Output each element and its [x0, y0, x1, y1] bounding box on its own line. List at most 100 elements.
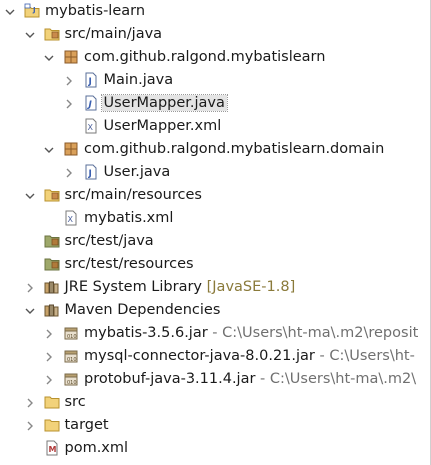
java-file-icon: J: [83, 72, 99, 88]
jar-icon: 010: [63, 348, 79, 364]
collapsed-chevron-icon[interactable]: [24, 414, 36, 437]
package-icon: [63, 49, 79, 65]
collapsed-chevron-icon[interactable]: [24, 391, 36, 414]
tree-item-label: protobuf-java-3.11.4.jar - C:\Users\ht-m…: [84, 370, 416, 389]
node-src-main-resources[interactable]: src/main/resources: [0, 184, 431, 207]
item-name: mybatis.xml: [84, 210, 174, 226]
node-pkg-domain[interactable]: com.github.ralgond.mybatislearn.domain: [0, 138, 431, 161]
java-interface-file-icon: J: [83, 95, 99, 111]
node-usermapper-xml[interactable]: X UserMapper.xml: [0, 115, 431, 138]
svg-text:X: X: [87, 123, 93, 132]
expanded-chevron-icon[interactable]: [4, 0, 16, 23]
collapsed-chevron-icon[interactable]: [63, 92, 75, 115]
tree-item-label: src/test/java: [65, 232, 154, 251]
node-target[interactable]: target: [0, 414, 431, 437]
item-name: protobuf-java-3.11.4.jar: [84, 371, 256, 387]
node-pkg-mybatislearn[interactable]: com.github.ralgond.mybatislearn: [0, 46, 431, 69]
tree-item-label: mysql-connector-java-8.0.21.jar - C:\Use…: [84, 347, 415, 366]
tree-item-label: mybatis-3.5.6.jar - C:\Users\ht-ma\.m2\r…: [84, 324, 418, 343]
item-path: - C:\Users\ht-ma\.m2\: [255, 371, 417, 387]
folder-icon: [44, 417, 60, 433]
item-name: com.github.ralgond.mybatislearn.domain: [84, 141, 385, 157]
item-name: src: [64, 394, 86, 410]
expanded-chevron-icon[interactable]: [24, 299, 36, 322]
item-name: com.github.ralgond.mybatislearn: [84, 49, 326, 65]
node-usermapper-java[interactable]: J UserMapper.java: [0, 92, 431, 115]
expanded-chevron-icon[interactable]: [24, 23, 36, 46]
collapsed-chevron-icon[interactable]: [43, 368, 55, 391]
expanded-chevron-icon[interactable]: [43, 46, 55, 69]
node-pom-xml[interactable]: Mpom.xml: [0, 437, 431, 460]
node-src-test-java[interactable]: src/test/java: [0, 230, 431, 253]
item-decoration: [JavaSE-1.8]: [202, 279, 296, 295]
node-project[interactable]: J mybatis-learn: [0, 0, 431, 23]
svg-text:M: M: [48, 445, 56, 454]
item-name: Maven Dependencies: [64, 302, 221, 318]
svg-text:010: 010: [67, 380, 77, 386]
tree-item-label: pom.xml: [65, 439, 129, 458]
node-jar-mysql[interactable]: 010 mysql-connector-java-8.0.21.jar - C:\…: [0, 345, 431, 368]
source-folder-empty-icon: [44, 233, 60, 249]
collapsed-chevron-icon[interactable]: [24, 276, 36, 299]
tree-item-label: com.github.ralgond.mybatislearn.domain: [84, 140, 384, 159]
node-src-main-java[interactable]: src/main/java: [0, 23, 431, 46]
item-name: src/test/java: [64, 233, 154, 249]
tree-item-label: UserMapper.java: [100, 94, 228, 113]
item-name: UserMapper.xml: [103, 118, 222, 134]
node-jre-library[interactable]: JRE System Library [JavaSE-1.8]: [0, 276, 431, 299]
node-main-java[interactable]: J Main.java: [0, 69, 431, 92]
tree-item-label: src: [65, 393, 86, 412]
tree-item-label: target: [65, 416, 109, 435]
node-jar-protobuf[interactable]: 010 protobuf-java-3.11.4.jar - C:\Users\h…: [0, 368, 431, 391]
xml-file-icon: X: [63, 210, 79, 226]
tree-item-label: UserMapper.xml: [104, 117, 222, 136]
tree-item-label: src/main/java: [65, 25, 163, 44]
library-icon: [44, 279, 60, 295]
jar-icon: 010: [63, 325, 79, 341]
collapsed-chevron-icon[interactable]: [63, 161, 75, 184]
collapsed-chevron-icon[interactable]: [63, 69, 75, 92]
item-name: Main.java: [103, 72, 174, 88]
tree-item-label: src/test/resources: [65, 255, 194, 274]
tree-item-label: Main.java: [104, 71, 174, 90]
node-maven-deps[interactable]: Maven Dependencies: [0, 299, 431, 322]
source-folder-icon: [44, 26, 60, 42]
svg-text:J: J: [87, 169, 91, 179]
item-name: JRE System Library: [64, 279, 203, 295]
package-icon: [63, 141, 79, 157]
item-name: pom.xml: [64, 440, 129, 456]
svg-text:010: 010: [67, 334, 77, 340]
expanded-chevron-icon[interactable]: [24, 184, 36, 207]
tree-item-label: mybatis.xml: [84, 209, 173, 228]
node-src-test-resources[interactable]: src/test/resources: [0, 253, 431, 276]
item-name: UserMapper.java: [100, 94, 228, 112]
collapsed-chevron-icon[interactable]: [43, 322, 55, 345]
node-mybatis-xml[interactable]: Xmybatis.xml: [0, 207, 431, 230]
tree-item-label: com.github.ralgond.mybatislearn: [84, 48, 325, 67]
source-folder-empty-icon: [44, 256, 60, 272]
node-user-java[interactable]: J User.java: [0, 161, 431, 184]
item-name: src/main/java: [64, 26, 163, 42]
tree-item-label: JRE System Library [JavaSE-1.8]: [65, 278, 296, 297]
expanded-chevron-icon[interactable]: [43, 138, 55, 161]
node-src[interactable]: src: [0, 391, 431, 414]
tree-item-label: src/main/resources: [65, 186, 202, 205]
item-name: src/test/resources: [64, 256, 194, 272]
collapsed-chevron-icon[interactable]: [43, 345, 55, 368]
item-name: User.java: [103, 164, 171, 180]
jar-icon: 010: [63, 371, 79, 387]
svg-text:J: J: [32, 6, 36, 14]
maven-pom-file-icon: M: [44, 440, 60, 456]
item-name: target: [64, 417, 109, 433]
tree-item-label: User.java: [104, 163, 171, 182]
item-path: - C:\Users\ht-ma\.m2\reposit: [207, 325, 419, 341]
source-folder-icon: [44, 187, 60, 203]
library-icon: [44, 302, 60, 318]
node-jar-mybatis[interactable]: 010 mybatis-3.5.6.jar - C:\Users\ht-ma\.m…: [0, 322, 431, 345]
item-path: - C:\Users\ht-: [314, 348, 415, 364]
item-name: mysql-connector-java-8.0.21.jar: [84, 348, 315, 364]
svg-text:010: 010: [67, 357, 77, 363]
tree-item-label: mybatis-learn: [45, 2, 145, 21]
svg-text:J: J: [87, 77, 91, 87]
item-name: mybatis-learn: [45, 3, 146, 19]
